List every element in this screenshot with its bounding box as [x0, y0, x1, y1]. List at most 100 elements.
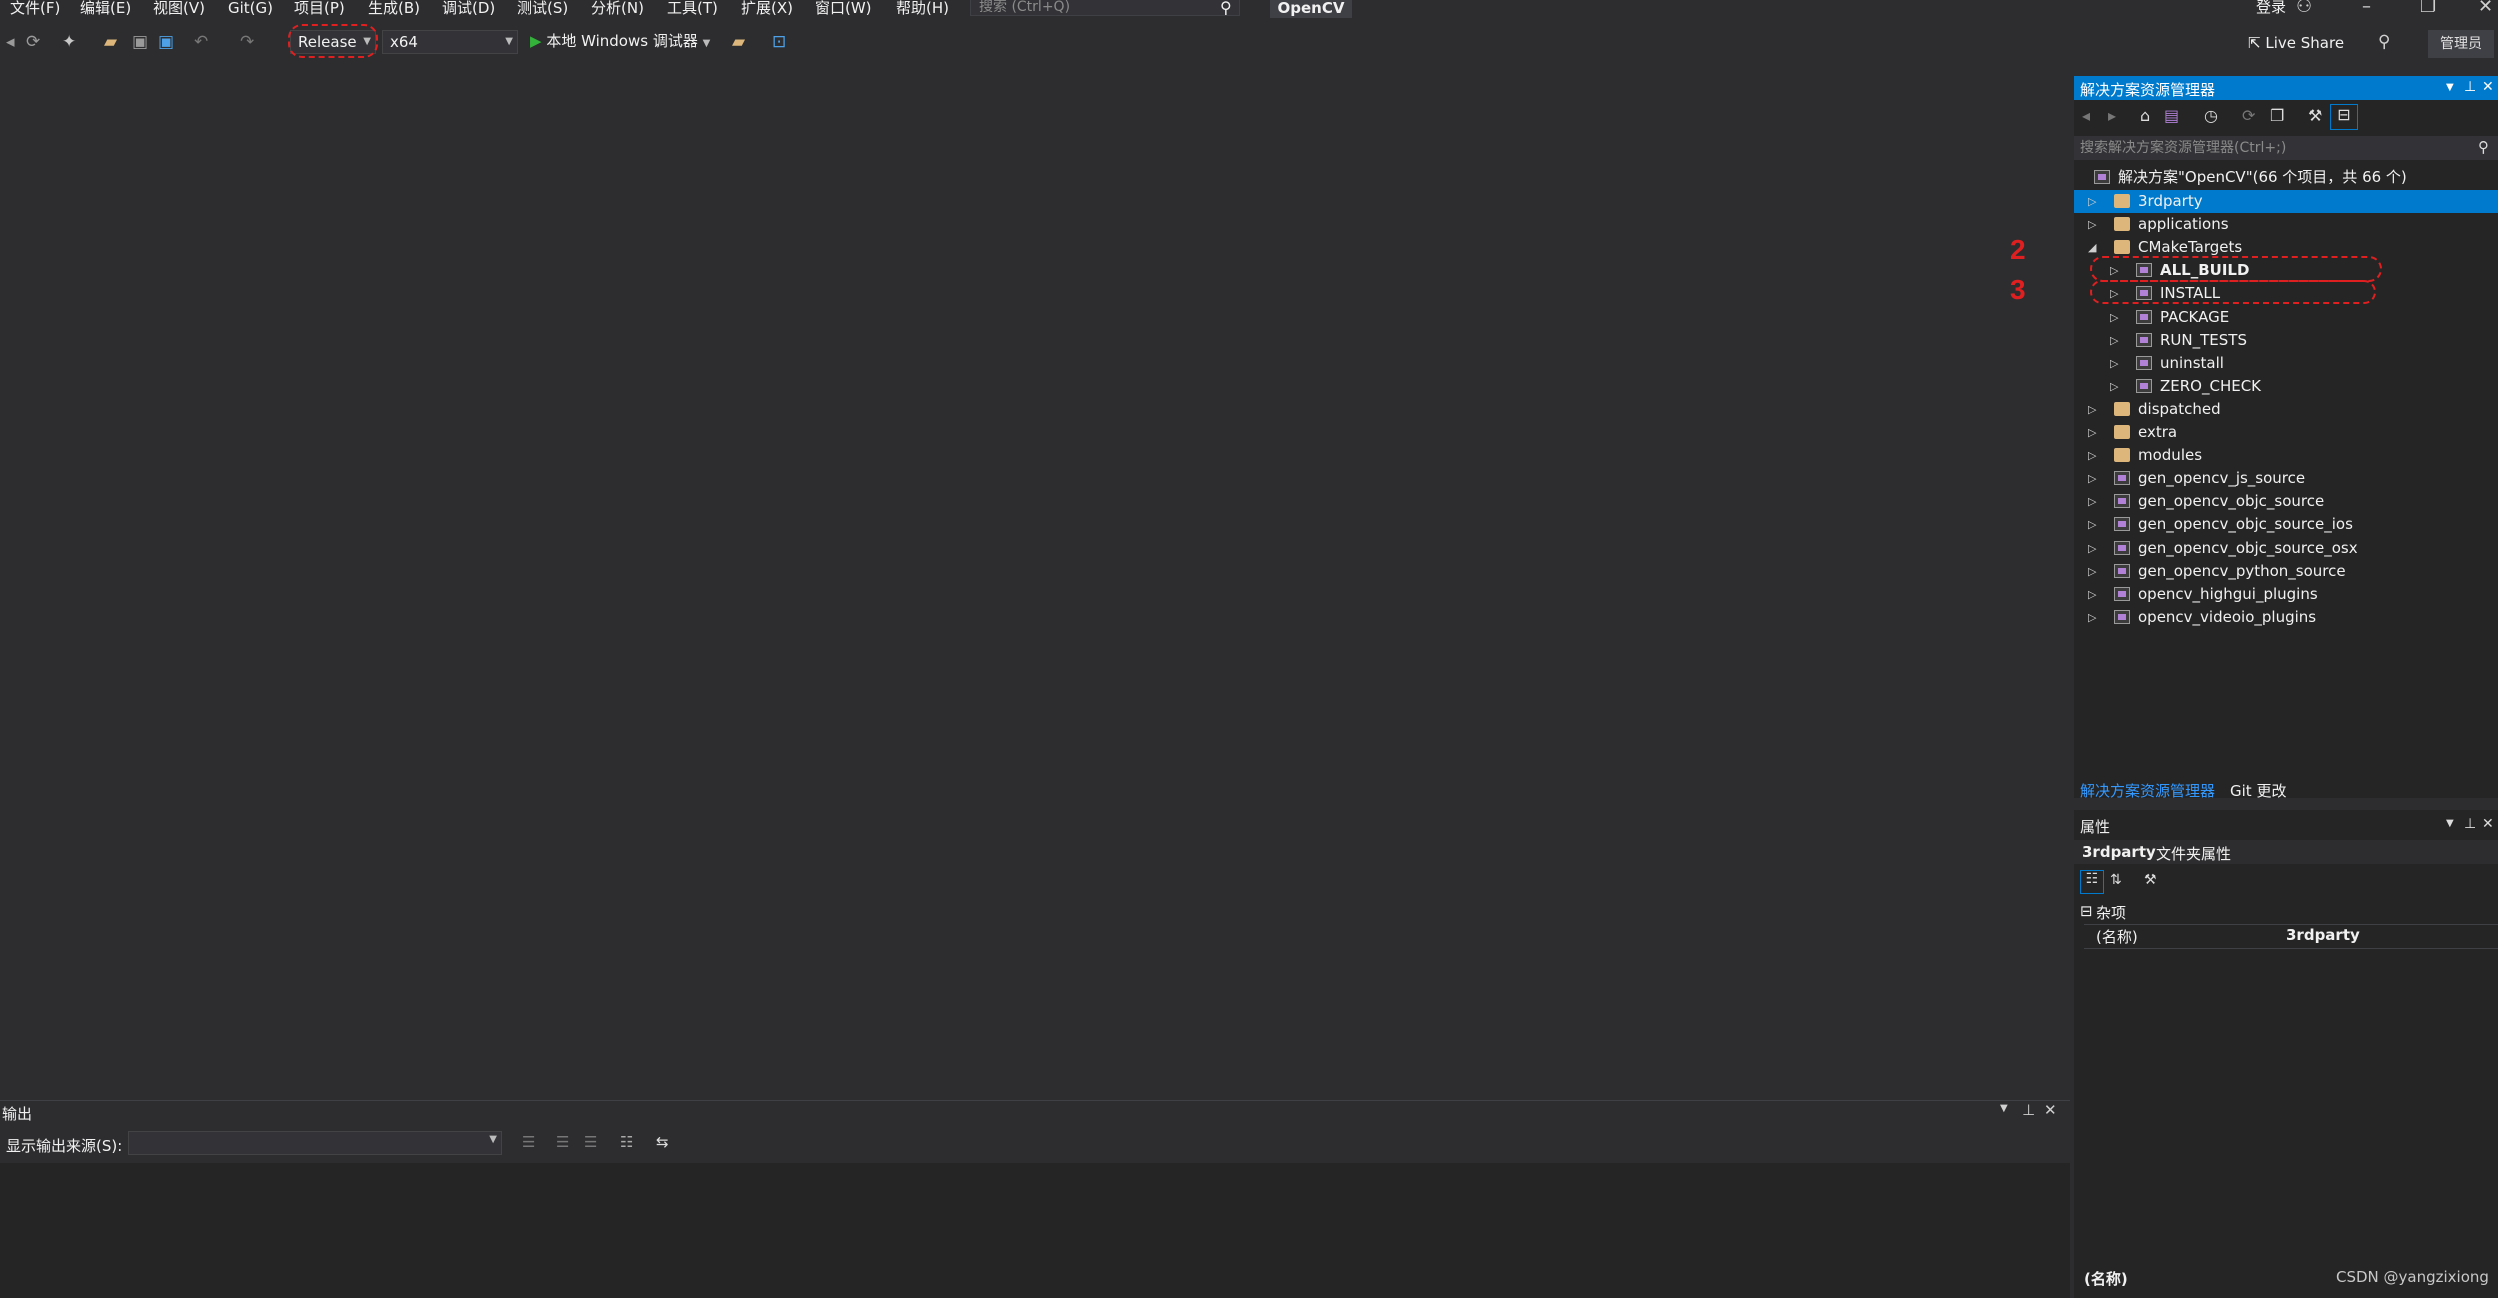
menu-edit[interactable]: 编辑(E)	[80, 0, 131, 16]
categorized-icon[interactable]: ☷	[2080, 870, 2104, 894]
tree-item[interactable]: ▷ modules	[2074, 444, 2498, 467]
tree-item[interactable]: ▷ gen_opencv_objc_source_osx	[2074, 537, 2498, 560]
close-icon[interactable]: ✕	[2482, 79, 2494, 95]
collapse-all-icon[interactable]: ❐	[2270, 106, 2284, 125]
expand-arrow-icon[interactable]: ▷	[2088, 606, 2096, 629]
pin-icon[interactable]: ⊥	[2464, 816, 2476, 832]
restore-icon[interactable]: ❐	[2420, 0, 2436, 17]
redo-icon[interactable]: ↷	[240, 32, 254, 52]
tree-item[interactable]: ▷ applications	[2074, 213, 2498, 236]
category-collapse-icon[interactable]: ⊟	[2080, 902, 2093, 920]
close-icon[interactable]: ✕	[2478, 0, 2493, 17]
login-link[interactable]: 登录	[2256, 0, 2286, 15]
expand-arrow-icon[interactable]: ▷	[2088, 583, 2096, 606]
save-icon[interactable]: ▣	[132, 32, 148, 52]
properties-object-selector[interactable]: 3rdparty 文件夹属性	[2074, 840, 2498, 864]
pin-icon[interactable]: ⊥	[2022, 1101, 2035, 1119]
tree-item[interactable]: ▷ 3rdparty	[2074, 190, 2498, 213]
property-value[interactable]: 3rdparty	[2286, 926, 2360, 944]
collapse-arrow-icon[interactable]: ◢	[2088, 236, 2096, 259]
forward-icon[interactable]: ⟳	[26, 32, 40, 52]
tree-item[interactable]: ▷ PACKAGE	[2074, 306, 2498, 329]
tree-item[interactable]: ▷ opencv_highgui_plugins	[2074, 583, 2498, 606]
tree-item[interactable]: ▷ gen_opencv_objc_source_ios	[2074, 513, 2498, 536]
platform-dropdown[interactable]: x64 ▼	[382, 30, 518, 54]
save-all-icon[interactable]: ▣	[158, 32, 174, 52]
open-folder-icon[interactable]: ▰	[104, 32, 117, 52]
solution-search-input[interactable]: 搜索解决方案资源管理器(Ctrl+;)	[2074, 136, 2498, 160]
alphabetical-icon[interactable]: ⇅	[2110, 872, 2122, 888]
tree-item[interactable]: ▷ gen_opencv_js_source	[2074, 467, 2498, 490]
menu-view[interactable]: 视图(V)	[153, 0, 205, 16]
menu-git[interactable]: Git(G)	[228, 0, 273, 16]
menu-tools[interactable]: 工具(T)	[667, 0, 718, 16]
chevron-down-icon[interactable]: ▼	[2446, 818, 2454, 829]
menu-help[interactable]: 帮助(H)	[896, 0, 949, 16]
expand-arrow-icon[interactable]: ▷	[2088, 213, 2096, 236]
menu-extensions[interactable]: 扩展(X)	[741, 0, 793, 16]
menu-test[interactable]: 测试(S)	[517, 0, 568, 16]
start-debugging-button[interactable]: ▶ 本地 Windows 调试器 ▼	[530, 30, 710, 51]
tree-item[interactable]: ▷ gen_opencv_python_source	[2074, 560, 2498, 583]
new-project-icon[interactable]: ✦	[62, 32, 76, 52]
preview-selected-icon[interactable]: ⊟	[2330, 104, 2358, 130]
search-input[interactable]: 搜索 (Ctrl+Q)	[970, 0, 1240, 16]
menu-file[interactable]: 文件(F)	[10, 0, 60, 16]
expand-arrow-icon[interactable]: ▷	[2088, 560, 2096, 583]
open-in-explorer-icon[interactable]: ▰	[732, 32, 745, 52]
expand-arrow-icon[interactable]: ▷	[2088, 398, 2096, 421]
expand-arrow-icon[interactable]: ▷	[2088, 490, 2096, 513]
forward-icon[interactable]: ▸	[2108, 106, 2116, 125]
expand-arrow-icon[interactable]: ▷	[2110, 352, 2118, 375]
output-text-area[interactable]	[0, 1163, 2070, 1298]
expand-arrow-icon[interactable]: ▷	[2110, 306, 2118, 329]
expand-arrow-icon[interactable]: ▷	[2088, 467, 2096, 490]
menu-debug[interactable]: 调试(D)	[442, 0, 495, 16]
prev-message-icon[interactable]: ☰	[556, 1133, 569, 1151]
expand-arrow-icon[interactable]: ▷	[2088, 444, 2096, 467]
sync-icon[interactable]: ⟳	[2242, 106, 2255, 125]
expand-arrow-icon[interactable]: ▷	[2088, 421, 2096, 444]
tree-item[interactable]: ▷ RUN_TESTS	[2074, 329, 2498, 352]
properties-icon[interactable]: ⚒	[2308, 106, 2322, 125]
switch-views-icon[interactable]: ▤	[2164, 106, 2179, 125]
home-icon[interactable]: ⌂	[2140, 106, 2150, 125]
tree-item[interactable]: ▷ extra	[2074, 421, 2498, 444]
expand-arrow-icon[interactable]: ▷	[2110, 375, 2118, 398]
expand-arrow-icon[interactable]: ▷	[2088, 190, 2096, 213]
tree-item[interactable]: ▷ opencv_videoio_plugins	[2074, 606, 2498, 629]
screenshot-icon[interactable]: ⊡	[772, 32, 786, 52]
close-icon[interactable]: ✕	[2044, 1101, 2057, 1119]
expand-arrow-icon[interactable]: ▷	[2110, 329, 2118, 352]
property-pages-icon[interactable]: ⚒	[2144, 872, 2157, 888]
menu-analyze[interactable]: 分析(N)	[591, 0, 644, 16]
tree-item[interactable]: ▷ uninstall	[2074, 352, 2498, 375]
account-icon[interactable]: ⚇	[2296, 0, 2312, 17]
close-icon[interactable]: ✕	[2482, 816, 2494, 832]
chevron-down-icon[interactable]: ▼	[2000, 1103, 2008, 1114]
back-icon[interactable]: ◂	[2082, 106, 2090, 125]
chevron-down-icon[interactable]: ▼	[2446, 82, 2454, 93]
expand-arrow-icon[interactable]: ▷	[2088, 537, 2096, 560]
tab-solution-explorer[interactable]: 解决方案资源管理器	[2080, 780, 2215, 801]
tab-git-changes[interactable]: Git 更改	[2230, 780, 2286, 801]
output-source-dropdown[interactable]: ▼	[128, 1131, 502, 1155]
pin-icon[interactable]: ⊥	[2464, 79, 2476, 95]
tree-item[interactable]: ▷ ZERO_CHECK	[2074, 375, 2498, 398]
undo-icon[interactable]: ↶	[194, 32, 208, 52]
clear-all-icon[interactable]: ☷	[620, 1133, 633, 1151]
expand-arrow-icon[interactable]: ▷	[2088, 513, 2096, 536]
back-icon[interactable]: ◂	[6, 32, 15, 52]
minimize-icon[interactable]: –	[2362, 0, 2371, 17]
tree-item[interactable]: ▷ gen_opencv_objc_source	[2074, 490, 2498, 513]
find-message-icon[interactable]: ☰	[522, 1133, 535, 1151]
tree-item[interactable]: ▷ dispatched	[2074, 398, 2498, 421]
live-share-button[interactable]: ⇱ Live Share	[2248, 34, 2344, 52]
word-wrap-icon[interactable]: ⇆	[656, 1133, 669, 1151]
feedback-icon[interactable]: ⚲	[2378, 32, 2390, 52]
next-message-icon[interactable]: ☰	[584, 1133, 597, 1151]
menu-build[interactable]: 生成(B)	[368, 0, 420, 16]
menu-window[interactable]: 窗口(W)	[815, 0, 872, 16]
pending-changes-icon[interactable]: ◷	[2204, 106, 2218, 125]
menu-project[interactable]: 项目(P)	[294, 0, 345, 16]
